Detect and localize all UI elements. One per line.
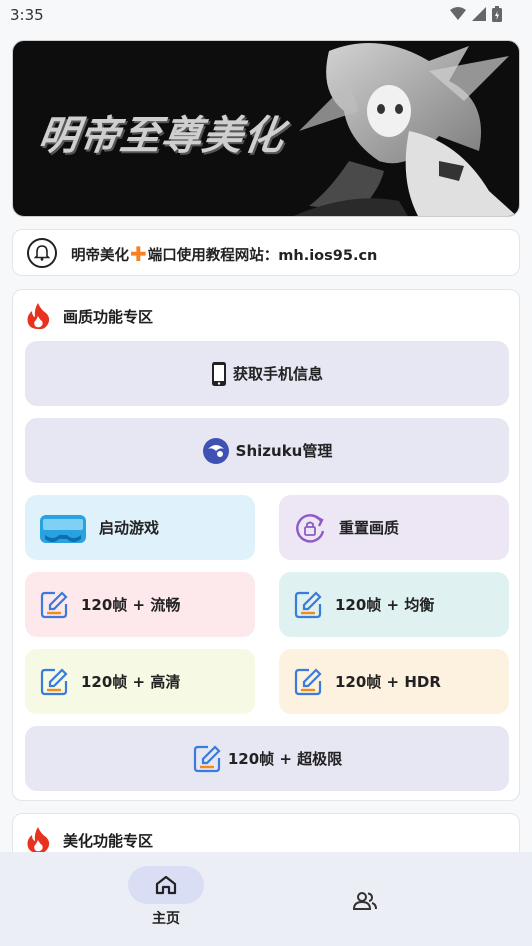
edit-icon [293,667,323,697]
users-icon [352,892,377,910]
nav-users-tab[interactable] [348,886,382,916]
bell-icon [27,237,57,268]
reset-quality-label: 重置画质 [339,519,400,537]
status-icons [450,6,502,22]
quality-section-title: 画质功能专区 [63,307,154,326]
start-game-button[interactable]: 启动游戏 [25,495,255,560]
shizuku-icon [202,437,230,465]
bottom-navigation: 主页 [0,852,532,946]
start-game-label: 启动游戏 [99,519,160,537]
fps-smooth-button[interactable]: 120帧 + 流畅 [25,572,255,637]
phone-icon [211,361,227,387]
battery-icon [492,6,502,22]
notice-text: 明帝美化✚端口使用教程网站：mh.ios95.cn [71,241,378,266]
fps-hd-button[interactable]: 120帧 + 高清 [25,649,255,714]
plus-icon: ✚ [130,241,147,266]
fps-smooth-label: 120帧 + 流畅 [81,596,181,614]
edit-icon [293,590,323,620]
get-phone-info-button[interactable]: 获取手机信息 [25,341,509,406]
notice-prefix: 明帝美化 [71,247,129,264]
nav-home-tab[interactable] [128,866,204,904]
reset-quality-button[interactable]: 重置画质 [279,495,509,560]
fps-balanced-label: 120帧 + 均衡 [335,596,435,614]
fps-hdr-label: 120帧 + HDR [335,673,441,691]
edit-icon [39,590,69,620]
hero-banner: 明帝至尊美化 [12,40,520,217]
fps-ultra-label: 120帧 + 超极限 [227,750,343,768]
status-time: 3:35 [10,6,44,24]
fps-balanced-button[interactable]: 120帧 + 均衡 [279,572,509,637]
beautify-section-header: 美化功能专区 [25,826,153,854]
vr-headset-icon [39,509,87,547]
shizuku-label: Shizuku管理 [235,442,333,460]
fps-hdr-button[interactable]: 120帧 + HDR [279,649,509,714]
signal-icon [472,7,486,21]
quality-section-card: 画质功能专区 获取手机信息 Shizuku管理 启动游戏 重置画质 120帧 +… [12,289,520,801]
edit-icon [39,667,69,697]
get-phone-info-label: 获取手机信息 [232,365,323,383]
quality-section-header: 画质功能专区 [25,302,153,330]
nav-home-label[interactable]: 主页 [128,908,204,928]
anime-character-illustration [293,43,517,216]
fire-icon [27,303,50,330]
fps-ultra-button[interactable]: 120帧 + 超极限 [25,726,509,791]
reset-lock-icon [293,511,327,545]
edit-icon [192,744,222,774]
fire-icon [27,827,50,854]
notice-bar[interactable]: 明帝美化✚端口使用教程网站：mh.ios95.cn [12,229,520,276]
fps-hd-label: 120帧 + 高清 [81,673,181,691]
status-bar: 3:35 [0,0,532,30]
shizuku-button[interactable]: Shizuku管理 [25,418,509,483]
notice-suffix: 端口使用教程网站：mh.ios95.cn [147,247,378,264]
banner-title: 明帝至尊美化 [35,113,288,159]
wifi-icon [450,7,466,20]
beautify-section-title: 美化功能专区 [63,831,154,850]
home-icon [155,875,177,895]
